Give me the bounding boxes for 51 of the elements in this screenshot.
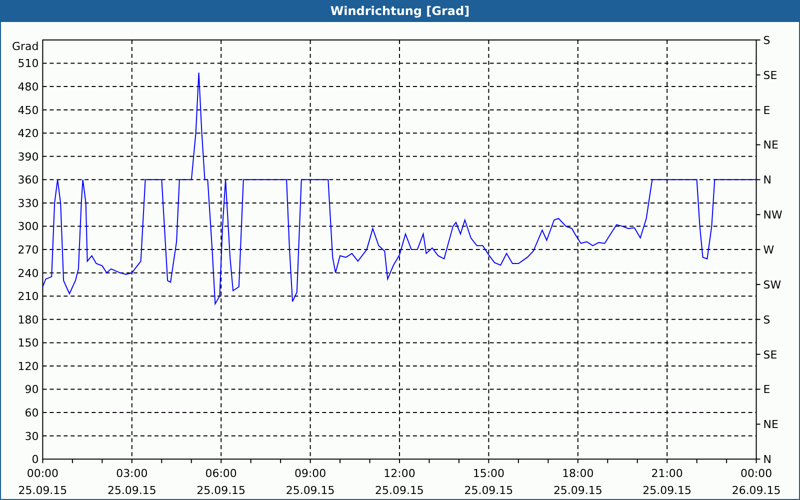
axis-label: 240 xyxy=(18,266,39,280)
axis-label: 12:00 xyxy=(384,467,416,480)
axis-label: N xyxy=(763,174,772,187)
axis-label: 25.09.15 xyxy=(464,484,514,497)
axis-label: 210 xyxy=(18,290,39,304)
axis-label: 390 xyxy=(18,150,39,164)
window-title: Windrichtung [Grad] xyxy=(1,0,799,22)
axis-label: SE xyxy=(763,68,778,82)
axis-label: NE xyxy=(763,418,778,432)
axis-label: 26.09.15 xyxy=(732,484,781,497)
axis-label: 60 xyxy=(24,406,39,420)
axis-label: 25.09.15 xyxy=(18,484,68,497)
axis-label: 480 xyxy=(18,80,39,94)
axis-label: E xyxy=(763,104,770,117)
axis-label: N xyxy=(763,453,772,466)
axis-label: 25.09.15 xyxy=(553,484,602,497)
axis-label: 30 xyxy=(24,430,39,443)
axis-label: NW xyxy=(763,208,782,222)
axis-label: 25.09.15 xyxy=(196,484,246,497)
axis-label: 25.09.15 xyxy=(642,484,692,497)
axis-label: 450 xyxy=(18,104,39,117)
axis-label: 90 xyxy=(24,383,39,396)
axis-label: 360 xyxy=(18,174,39,187)
axis-label: 21:00 xyxy=(651,467,683,480)
axis-label: W xyxy=(763,244,774,256)
axis-label: 03:00 xyxy=(116,467,148,480)
axis-label: 510 xyxy=(18,57,39,70)
axis-label: S xyxy=(763,34,770,47)
axis-label: 18:00 xyxy=(562,467,594,480)
axis-label: SE xyxy=(763,348,778,362)
axis-label: 00:00 xyxy=(740,467,772,480)
axis-label: 25.09.15 xyxy=(107,484,156,497)
axis-label: 00:00 xyxy=(26,467,59,480)
axis-label: 15:00 xyxy=(472,467,504,480)
axis-label: 09:00 xyxy=(294,467,326,480)
axis-label: S xyxy=(763,313,770,326)
axis-label: NE xyxy=(763,138,778,152)
axis-label: 150 xyxy=(18,336,39,350)
axis-label: 0 xyxy=(32,453,39,466)
axis-label: 06:00 xyxy=(205,467,237,480)
axis-label: 25.09.15 xyxy=(286,484,335,497)
axis-label: 180 xyxy=(18,313,39,326)
axis-label: E xyxy=(763,383,770,396)
axis-label: 330 xyxy=(18,196,39,210)
axis-title: Grad xyxy=(12,40,39,53)
axis-label: 300 xyxy=(18,220,39,234)
axis-label: 420 xyxy=(18,127,39,140)
axis-label: 120 xyxy=(18,360,39,373)
axis-label: 270 xyxy=(18,244,39,256)
axis-label: SW xyxy=(763,278,782,292)
axis-label: 25.09.15 xyxy=(375,484,424,497)
